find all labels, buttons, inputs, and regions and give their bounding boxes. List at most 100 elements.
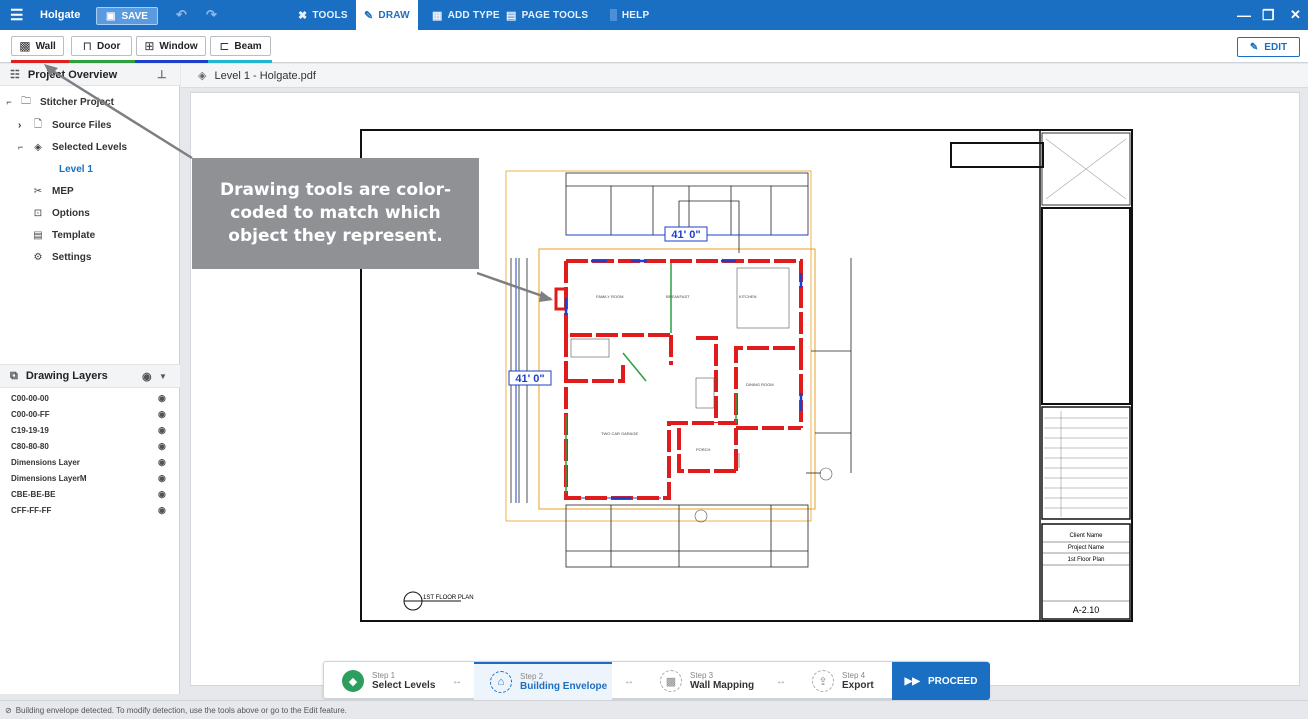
- eye-icon[interactable]: ◉: [158, 425, 166, 436]
- step-number: Step 1: [372, 671, 396, 680]
- tree-item-options[interactable]: ⊡ Options: [0, 202, 180, 224]
- tree-item-settings[interactable]: ⚙ Settings: [0, 246, 180, 268]
- status-text: Building envelope detected. To modify de…: [15, 705, 347, 715]
- tree-item-template[interactable]: ▤ Template: [0, 224, 180, 246]
- edit-button[interactable]: ✎ EDIT: [1237, 37, 1300, 57]
- workflow-steps: ◆ Step 1 Select Levels ↔ ⌂ Step 2 Building…: [323, 661, 990, 700]
- eye-icon[interactable]: ◉: [158, 489, 166, 500]
- menu-page-tools[interactable]: ▤ PAGE TOOLS: [506, 0, 588, 30]
- status-bar: ⊘ Building envelope detected. To modify …: [0, 700, 1308, 719]
- step-label: Building Envelope: [520, 681, 608, 692]
- layer-name: C00-00-00: [11, 393, 49, 403]
- pencil-icon: ✎: [1249, 41, 1259, 53]
- layer-row[interactable]: C19-19-19 ◉: [0, 422, 180, 438]
- help-icon: ■: [610, 9, 617, 21]
- menu-add-type-label: ADD TYPE: [447, 9, 500, 21]
- layer-row[interactable]: C00-00-FF ◉: [0, 406, 180, 422]
- wall-icon: ▩: [660, 670, 682, 692]
- tools-icon: ✖: [298, 9, 308, 22]
- menu-draw[interactable]: ✎ DRAW: [356, 0, 418, 30]
- eye-icon[interactable]: ◉: [158, 473, 166, 484]
- arrow-icon: ↔: [452, 675, 462, 687]
- dimension-left: 41' 0": [515, 373, 544, 385]
- layer-name: CFF-FF-FF: [11, 505, 52, 515]
- step-label: Wall Mapping: [690, 680, 755, 691]
- restore-icon[interactable]: ❐: [1262, 0, 1275, 30]
- grid-plus-icon: ▦: [432, 9, 443, 22]
- menu-draw-label: DRAW: [378, 9, 410, 21]
- settings-icon: ⚙: [33, 251, 43, 263]
- layer-row[interactable]: C80-80-80 ◉: [0, 438, 180, 454]
- floor-name-text: 1st Floor Plan: [1067, 557, 1104, 563]
- layer-name: Dimensions LayerM: [11, 473, 87, 483]
- layer-name: CBE-BE-BE: [11, 489, 56, 499]
- draw-icon: ✎: [364, 9, 374, 22]
- arrow-icon: ↔: [624, 675, 634, 687]
- options-icon: ⊡: [33, 207, 43, 219]
- chevron-down-icon[interactable]: ▼: [159, 372, 167, 381]
- drawing-layers-title: Drawing Layers: [25, 370, 108, 382]
- project-name-text: Project Name: [1068, 545, 1105, 551]
- page-icon: ▤: [506, 9, 517, 22]
- menu-help[interactable]: ■ HELP: [610, 0, 649, 30]
- stamp-box: [950, 142, 1044, 168]
- step-label: Select Levels: [372, 680, 436, 691]
- step-export[interactable]: ⇪ Step 4 Export: [812, 662, 874, 700]
- eye-icon[interactable]: ◉: [158, 457, 166, 468]
- arrow-icon: ↔: [776, 675, 786, 687]
- menu-tools[interactable]: ✖ TOOLS: [298, 0, 348, 30]
- callout-pointer-arrow: [44, 64, 193, 160]
- revision-box: [1041, 406, 1131, 520]
- edit-label: EDIT: [1264, 41, 1288, 53]
- menu-page-tools-label: PAGE TOOLS: [521, 9, 589, 21]
- layer-name: C19-19-19: [11, 425, 49, 435]
- svg-text:DINING ROOM: DINING ROOM: [746, 382, 774, 387]
- notes-box: [1041, 207, 1131, 405]
- svg-text:BREAKFAST: BREAKFAST: [666, 294, 690, 299]
- step-label: Export: [842, 680, 874, 691]
- building-icon: ⌂: [490, 671, 512, 693]
- eye-icon[interactable]: ◉: [158, 393, 166, 404]
- client-name-text: Client Name: [1069, 533, 1103, 539]
- check-icon: ◆: [342, 670, 364, 692]
- drawing-layers-icon: ⧉: [10, 369, 18, 382]
- step-building-envelope[interactable]: ⌂ Step 2 Building Envelope: [474, 662, 612, 700]
- layer-row[interactable]: Dimensions Layer ◉: [0, 454, 180, 470]
- eye-icon[interactable]: ◉: [158, 409, 166, 420]
- proceed-button[interactable]: ▶▶ PROCEED: [892, 662, 990, 700]
- highlighted-wall: [554, 287, 568, 311]
- step-wall-mapping[interactable]: ▩ Step 3 Wall Mapping: [660, 662, 754, 700]
- step-select-levels[interactable]: ◆ Step 1 Select Levels: [342, 662, 435, 700]
- step-number: Step 3: [690, 671, 714, 680]
- fast-forward-icon: ▶▶: [904, 675, 920, 687]
- document-bar: ◈ Level 1 - Holgate.pdf: [181, 64, 1308, 88]
- close-icon[interactable]: ✕: [1290, 0, 1301, 30]
- menu-help-label: HELP: [621, 9, 650, 21]
- export-icon: ⇪: [812, 670, 834, 692]
- step-number: Step 2: [520, 672, 544, 681]
- eye-icon[interactable]: ◉: [158, 441, 166, 452]
- sheet-number-text: A-2.10: [1073, 605, 1100, 615]
- tree-label: Settings: [52, 251, 92, 263]
- svg-text:KITCHEN: KITCHEN: [739, 294, 757, 299]
- step-number: Step 4: [842, 671, 866, 680]
- svg-text:PORCH: PORCH: [696, 447, 711, 452]
- tree-label: Options: [52, 207, 90, 219]
- svg-text:TWO CAR GARAGE: TWO CAR GARAGE: [601, 431, 638, 436]
- drawing-layers-header: ⧉ Drawing Layers ◉ ▼: [0, 364, 180, 388]
- plan-title: 1ST FLOOR PLAN: [423, 595, 474, 601]
- layer-name: Dimensions Layer: [11, 457, 80, 467]
- eye-icon[interactable]: ◉: [142, 370, 152, 383]
- check-circle-icon: ⊘: [5, 705, 12, 715]
- layer-row[interactable]: CFF-FF-FF ◉: [0, 502, 180, 518]
- proceed-label: PROCEED: [927, 675, 978, 687]
- layer-name: C80-80-80: [11, 441, 49, 451]
- menu-add-type[interactable]: ▦ ADD TYPE: [432, 0, 500, 30]
- layer-row[interactable]: C00-00-00 ◉: [0, 390, 180, 406]
- menu-tools-label: TOOLS: [312, 9, 348, 21]
- eye-icon[interactable]: ◉: [158, 505, 166, 516]
- layer-row[interactable]: CBE-BE-BE ◉: [0, 486, 180, 502]
- layer-row[interactable]: Dimensions LayerM ◉: [0, 470, 180, 486]
- dimension-top: 41' 0": [671, 229, 700, 241]
- minimize-icon[interactable]: —: [1237, 0, 1251, 30]
